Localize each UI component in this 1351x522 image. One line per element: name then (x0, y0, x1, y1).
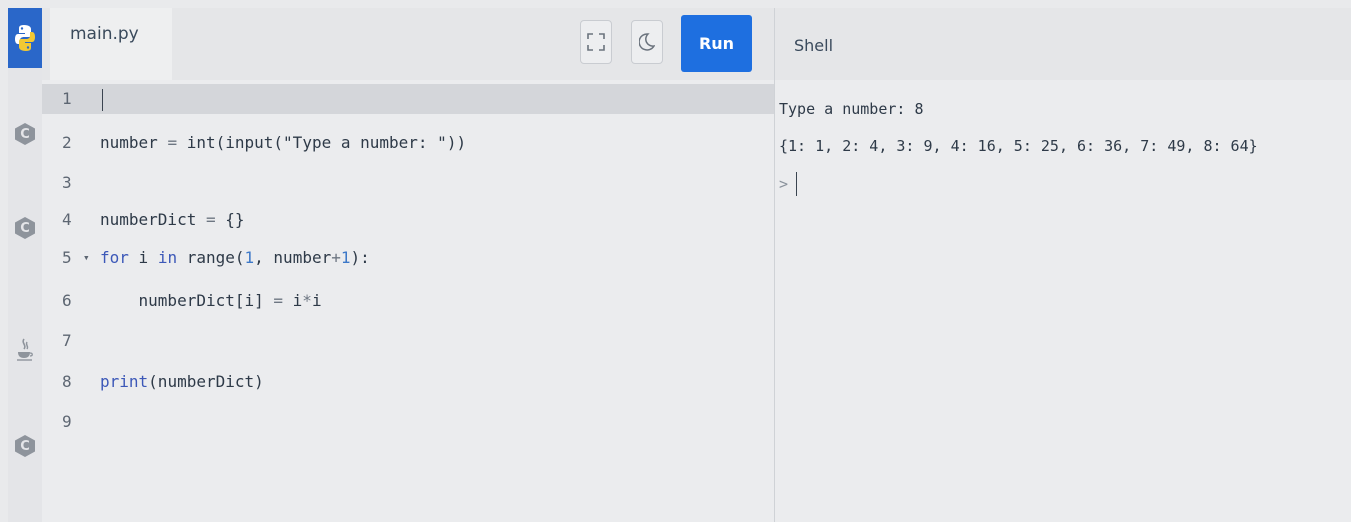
tab-label: main.py (70, 24, 139, 44)
line-number: 3 (62, 173, 72, 192)
shell-output-line: {1: 1, 2: 4, 3: 9, 4: 16, 5: 25, 6: 36, … (779, 137, 1258, 155)
code-editor[interactable]: 1 2 number = int(input("Type a number: "… (42, 80, 774, 522)
code-line[interactable]: 2 number = int(input("Type a number: ")) (42, 128, 774, 158)
sidebar-item-cpp[interactable]: C (8, 198, 42, 258)
shell-cursor[interactable] (796, 172, 797, 196)
code-line[interactable]: 8 print(numberDict) (42, 367, 774, 397)
shell-output-pane[interactable]: Type a number: 8 {1: 1, 2: 4, 3: 9, 4: 1… (775, 80, 1351, 522)
java-logo-icon (17, 338, 33, 361)
python-logo-icon (15, 25, 35, 51)
line-number: 1 (62, 89, 72, 108)
line-number: 9 (62, 412, 72, 431)
code-text: number = int(input("Type a number: ")) (100, 133, 467, 152)
text-cursor (102, 89, 103, 111)
fold-toggle-icon[interactable]: ▾ (83, 251, 90, 264)
fullscreen-button[interactable] (580, 20, 612, 64)
line-number: 4 (62, 210, 72, 229)
code-line[interactable]: 9 (42, 407, 774, 437)
line-number: 8 (62, 372, 72, 391)
line-number: 2 (62, 133, 72, 152)
cpp-logo-icon: C (15, 217, 35, 239)
code-line[interactable]: 7 (42, 326, 774, 356)
shell-output-line: Type a number: 8 (779, 100, 924, 118)
c-logo-icon: C (15, 123, 35, 145)
run-button[interactable]: Run (681, 15, 752, 72)
csharp-logo-icon: C (15, 435, 35, 457)
shell-title: Shell (794, 36, 834, 55)
code-text: numberDict[i] = i*i (100, 291, 322, 310)
code-line[interactable]: 4 numberDict = {} (42, 205, 774, 235)
sidebar-item-java[interactable] (8, 320, 42, 380)
shell-prompt: > (779, 175, 789, 193)
line-number: 6 (62, 291, 72, 310)
sidebar-item-python[interactable] (8, 8, 42, 68)
theme-toggle-button[interactable] (631, 20, 663, 64)
code-line[interactable]: 3 (42, 168, 774, 198)
code-line[interactable]: 1 (42, 84, 774, 114)
code-text: for i in range(1, number+1): (100, 248, 370, 267)
code-text: numberDict = {} (100, 210, 245, 229)
tab-main-py[interactable]: main.py (50, 8, 172, 80)
fullscreen-icon (587, 33, 605, 51)
moon-icon (639, 33, 655, 51)
line-number: 7 (62, 331, 72, 350)
code-line[interactable]: 6 numberDict[i] = i*i (42, 286, 774, 316)
sidebar-item-csharp[interactable]: C (8, 416, 42, 476)
code-text: print(numberDict) (100, 372, 264, 391)
code-line[interactable]: 5 ▾ for i in range(1, number+1): (42, 243, 774, 273)
sidebar-item-c[interactable]: C (8, 104, 42, 164)
language-sidebar: C C C (8, 8, 42, 522)
